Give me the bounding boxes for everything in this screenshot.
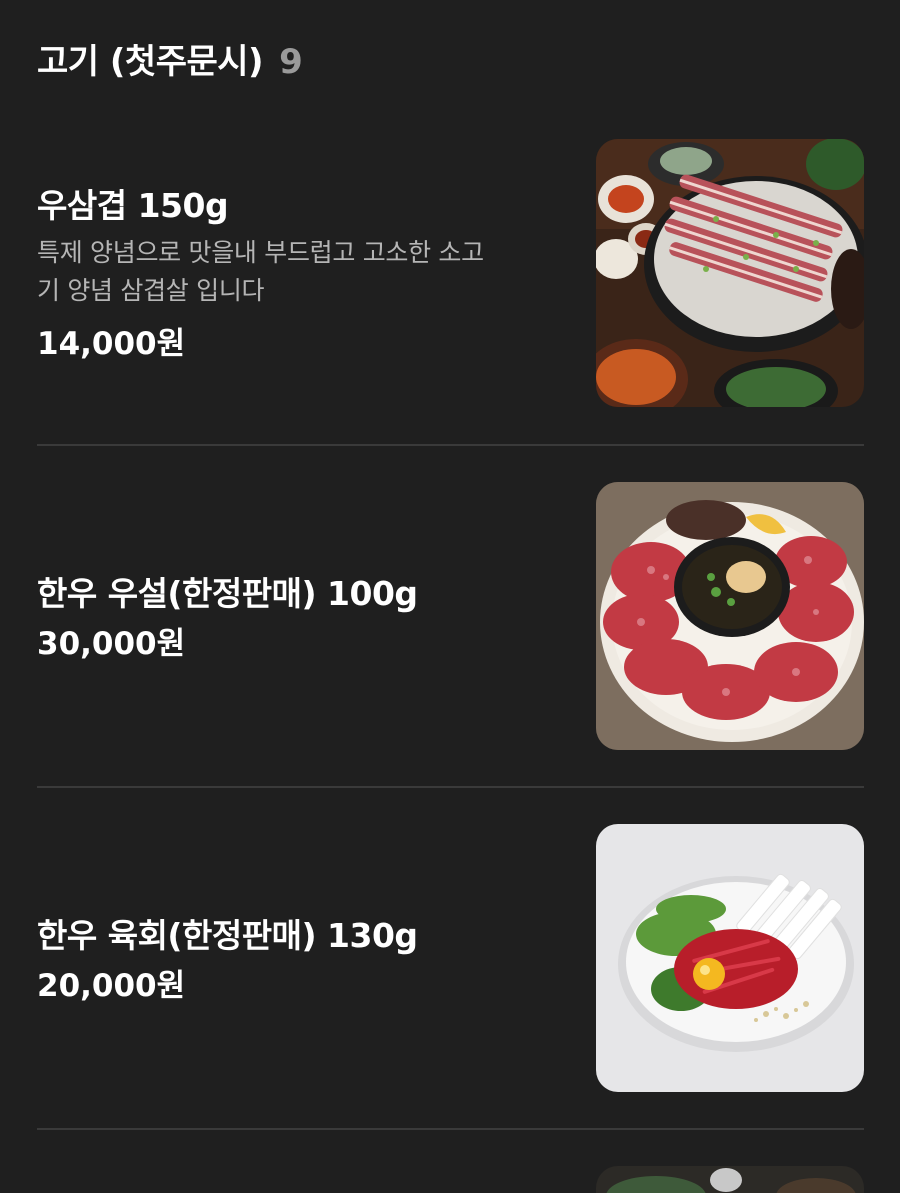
section-header: 고기 (첫주문시) 9: [37, 34, 303, 83]
grilled-beef-brisket-photo: [596, 139, 864, 407]
beef-tongue-platter-photo: [596, 482, 864, 750]
menu-item-beef-tongue[interactable]: 한우 우설(한정판매) 100g 30,000원: [37, 482, 864, 750]
menu-item-image[interactable]: [596, 1166, 864, 1193]
menu-item-text: 한우 육회(한정판매) 130g 20,000원: [37, 916, 567, 1006]
menu-item-text: 우삼겹 150g 특제 양념으로 맛을내 부드럽고 고소한 소고 기 양념 삼겹…: [37, 186, 567, 364]
menu-item-description-line: 특제 양념으로 맛을내 부드럽고 고소한 소고: [37, 238, 484, 267]
menu-item-image[interactable]: [596, 482, 864, 750]
beef-tartare-photo: [596, 824, 864, 1092]
divider: [37, 786, 864, 788]
menu-item-price: 20,000원: [37, 968, 186, 1004]
divider: [37, 444, 864, 446]
menu-item-description: 특제 양념으로 맛을내 부드럽고 고소한 소고 기 양념 삼겹살 입니다: [37, 234, 567, 310]
menu-item-price: 30,000원: [37, 626, 186, 662]
divider: [37, 1128, 864, 1130]
menu-item-beef-brisket[interactable]: 우삼겹 150g 특제 양념으로 맛을내 부드럽고 고소한 소고 기 양념 삼겹…: [37, 139, 864, 409]
menu-item-partial[interactable]: [37, 1166, 864, 1193]
menu-item-image[interactable]: [596, 139, 864, 407]
menu-item-photo: [596, 1166, 864, 1193]
menu-item-image[interactable]: [596, 824, 864, 1092]
section-title: 고기 (첫주문시): [37, 42, 264, 82]
menu-item-name: 한우 우설(한정판매) 100g: [37, 574, 418, 613]
menu-item-beef-tartare[interactable]: 한우 육회(한정판매) 130g 20,000원: [37, 824, 864, 1092]
menu-item-description-line: 기 양념 삼겹살 입니다: [37, 276, 265, 305]
menu-item-price: 14,000원: [37, 326, 186, 362]
menu-item-name: 한우 육회(한정판매) 130g: [37, 916, 418, 955]
section-item-count: 9: [279, 42, 303, 82]
menu-item-name: 우삼겹 150g: [37, 186, 229, 225]
menu-item-text: 한우 우설(한정판매) 100g 30,000원: [37, 574, 567, 664]
